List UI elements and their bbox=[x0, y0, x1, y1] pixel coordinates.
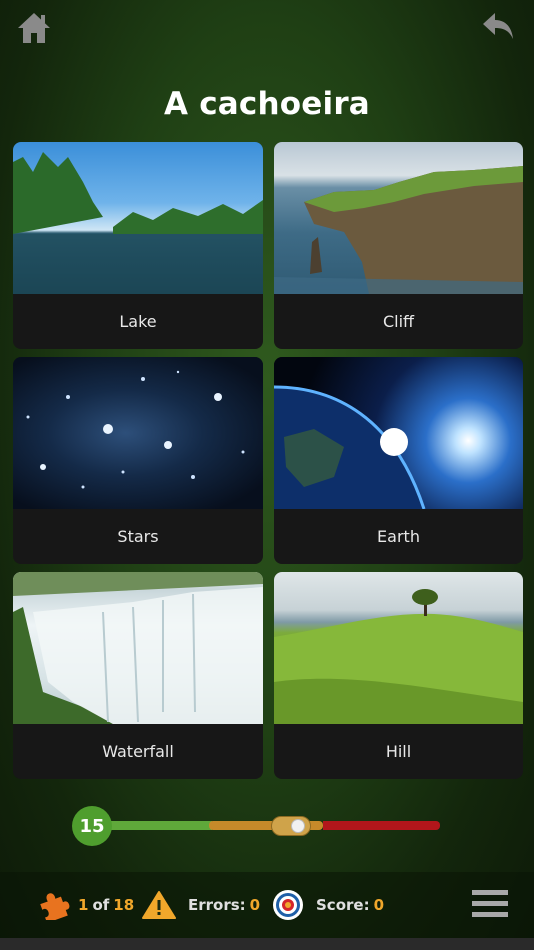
home-button[interactable] bbox=[14, 8, 54, 48]
waterfall-image bbox=[13, 572, 263, 724]
card-label: Waterfall bbox=[102, 742, 174, 761]
score-label: Score: bbox=[316, 896, 370, 914]
card-label: Lake bbox=[119, 312, 157, 331]
answer-card-stars[interactable]: Stars bbox=[13, 357, 263, 564]
puzzle-piece-icon bbox=[40, 893, 70, 920]
page-title: A cachoeira bbox=[164, 86, 370, 122]
hamburger-menu-icon bbox=[472, 890, 508, 917]
timer-badge: 15 bbox=[72, 806, 112, 846]
timer-slider: 15 bbox=[72, 806, 440, 846]
card-label: Hill bbox=[385, 742, 412, 761]
undo-arrow-icon bbox=[483, 13, 513, 39]
answer-card-cliff[interactable]: Cliff bbox=[274, 142, 523, 349]
timer-knob-dot bbox=[291, 819, 306, 833]
answer-grid: Lake Cliff Stars Earth Waterfall Hill bbox=[13, 142, 523, 779]
stars-image bbox=[13, 357, 263, 509]
back-button[interactable] bbox=[480, 8, 520, 48]
lake-image bbox=[13, 142, 263, 294]
timer-bar-red bbox=[323, 821, 440, 830]
answer-card-hill[interactable]: Hill bbox=[274, 572, 523, 779]
timer-knob bbox=[271, 816, 312, 836]
top-bar bbox=[0, 0, 534, 60]
earth-image bbox=[274, 357, 523, 509]
card-label: Earth bbox=[377, 527, 420, 546]
progress-of: of bbox=[92, 896, 110, 914]
answer-card-lake[interactable]: Lake bbox=[13, 142, 263, 349]
home-icon bbox=[18, 13, 50, 43]
cliff-image bbox=[274, 142, 523, 294]
card-label: Cliff bbox=[382, 312, 415, 331]
timer-bar-green bbox=[102, 821, 212, 830]
warning-icon bbox=[142, 891, 176, 919]
errors-value: 0 bbox=[249, 896, 261, 914]
progress-current: 1 bbox=[78, 896, 89, 914]
card-label: Stars bbox=[117, 527, 159, 546]
menu-button[interactable] bbox=[472, 888, 508, 920]
answer-card-earth[interactable]: Earth bbox=[274, 357, 523, 564]
errors-stat: Errors: 0 bbox=[142, 886, 260, 924]
errors-label: Errors: bbox=[188, 896, 246, 914]
score-stat: Score: 0 bbox=[272, 886, 384, 924]
progress-total: 18 bbox=[113, 896, 135, 914]
answer-card-waterfall[interactable]: Waterfall bbox=[13, 572, 263, 779]
status-bar: 1 of 18 Errors: 0 Score: 0 bbox=[0, 872, 534, 938]
progress-stat: 1 of 18 bbox=[36, 886, 134, 924]
score-value: 0 bbox=[373, 896, 385, 914]
target-icon bbox=[273, 890, 303, 920]
bottom-edge bbox=[0, 938, 534, 950]
hill-image bbox=[274, 572, 523, 724]
